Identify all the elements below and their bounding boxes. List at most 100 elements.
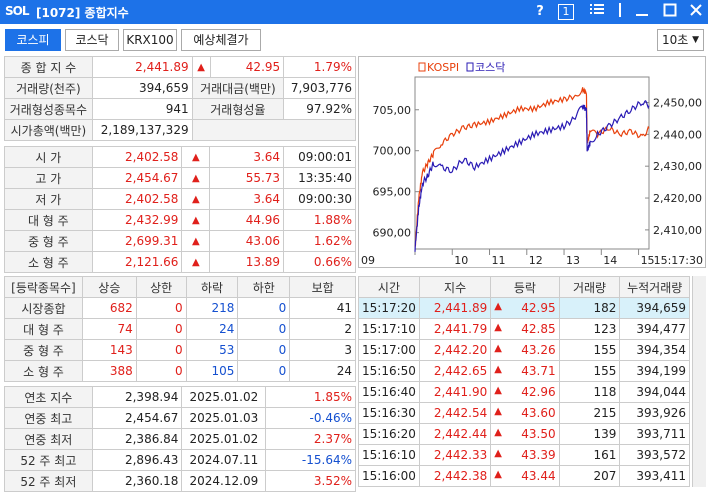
left-axis-tick: 700,00 xyxy=(373,145,412,158)
row-rate: 1.85% xyxy=(265,386,356,408)
interval-value: 10초 xyxy=(662,33,689,47)
table-row: 연중 최고 2,454.67 2025.01.03 -0.46% xyxy=(4,407,356,429)
tick-cum-volume: 394,199 xyxy=(619,360,690,382)
minimize-icon[interactable] xyxy=(634,3,650,21)
lower-limit-count: 0 xyxy=(237,318,291,340)
tick-volume: 123 xyxy=(558,318,621,340)
menu-icon[interactable] xyxy=(589,3,605,21)
row-date: 2025.01.03 xyxy=(181,407,267,429)
row-value: 2,398.94 xyxy=(91,386,183,408)
table-row: 연초 지수 2,398.94 2025.01.02 1.85% xyxy=(4,386,356,408)
index-change-rate: 1.79% xyxy=(283,56,356,78)
row-value: 2,402.58 xyxy=(91,188,183,210)
flat-count: 24 xyxy=(289,360,356,382)
tick-cum-volume: 394,477 xyxy=(619,318,690,340)
row-extra: 13:35:40 xyxy=(283,167,356,189)
column-header: 하락 xyxy=(185,276,239,298)
row-label: 연중 최고 xyxy=(4,407,93,429)
row-extra: 09:00:30 xyxy=(283,188,356,210)
lower-limit-count: 0 xyxy=(237,360,291,382)
left-axis-tick: 705,00 xyxy=(373,104,412,117)
flat-count: 41 xyxy=(289,297,356,319)
x-axis-tick: 12 xyxy=(529,254,543,267)
fall-count: 53 xyxy=(185,339,239,361)
help-icon[interactable]: ? xyxy=(533,3,547,21)
table-row: 대 형 주 2,432.99 ▲ 44.96 1.88% xyxy=(4,209,356,231)
tab-expected-price[interactable]: 예상체결가 xyxy=(181,29,261,51)
table-row: 시간 지수 등락 거래량 누적거래량 xyxy=(358,276,690,298)
row-label: 연초 지수 xyxy=(4,386,93,408)
row-label: 중 형 주 xyxy=(4,339,83,361)
row-change: 3.64 xyxy=(209,188,285,210)
row-label: 시장종합 xyxy=(4,297,83,319)
volume-value: 394,659 xyxy=(91,77,193,99)
upper-limit-count: 0 xyxy=(135,297,187,319)
close-icon[interactable] xyxy=(688,3,704,21)
table-row: 15:17:20 2,441.89 ▲ 42.95 182 394,659 xyxy=(358,297,690,319)
index-chart[interactable]: 705,00 700,00 695,00 690,00 2,450,00 2,440,00… xyxy=(358,56,706,268)
rise-count: 388 xyxy=(81,360,137,382)
row-value: 2,896.43 xyxy=(91,449,183,471)
upper-limit-count: 0 xyxy=(135,339,187,361)
right-axis-tick: 2,450,00 xyxy=(653,96,702,109)
table-row: 시가총액(백만) 2,189,137,329 xyxy=(4,119,357,141)
table-row: 거래형성종목수 941 거래형성율 97.92% xyxy=(4,98,356,120)
market-cap-value: 2,189,137,329 xyxy=(91,119,193,141)
lower-limit-count: 0 xyxy=(237,297,291,319)
table-row: 종 합 지 수 2,441.89 ▲ 42.95 1.79% xyxy=(4,56,356,78)
tick-time: 15:16:40 xyxy=(358,381,420,403)
tick-time: 15:17:10 xyxy=(358,318,420,340)
row-change: 43.06 xyxy=(209,230,285,252)
up-arrow-icon: ▲ xyxy=(181,209,211,231)
legend-swatch-kospi xyxy=(418,62,426,72)
row-date: 2025.01.02 xyxy=(181,386,267,408)
table-row: 소 형 주 2,121.66 ▲ 13.89 0.66% xyxy=(4,251,356,273)
title-bar: SOL [1072] 종합지수 ? 1 xyxy=(0,0,708,24)
column-header: 시간 xyxy=(358,276,420,298)
traded-count-label: 거래형성종목수 xyxy=(4,98,93,120)
index-change: 42.95 xyxy=(209,56,285,78)
row-date: 2025.01.02 xyxy=(181,428,267,450)
row-date: 2024.12.09 xyxy=(181,470,267,492)
row-value: 2,121.66 xyxy=(91,251,183,273)
tick-time: 15:16:20 xyxy=(358,423,420,445)
tick-change-value: 43.44 xyxy=(521,469,556,483)
tick-change-value: 42.85 xyxy=(521,322,556,336)
row-extra: 1.62% xyxy=(283,230,356,252)
tick-change-value: 43.71 xyxy=(521,364,556,378)
table-row: 시장종합 682 0 218 0 41 xyxy=(4,297,356,319)
tick-change: ▲ 42.95 xyxy=(490,297,560,319)
row-extra: 1.88% xyxy=(283,209,356,231)
row-value: 2,454.67 xyxy=(91,407,183,429)
tick-change: ▲ 42.85 xyxy=(490,318,560,340)
tick-change: ▲ 43.26 xyxy=(490,339,560,361)
tab-kospi[interactable]: 코스피 xyxy=(5,29,61,51)
index-value: 2,441.89 xyxy=(91,56,193,78)
table-row: 15:17:10 2,441.79 ▲ 42.85 123 394,477 xyxy=(358,318,690,340)
plot-area xyxy=(414,76,650,250)
row-change: 3.64 xyxy=(209,146,285,168)
row-value: 2,454.67 xyxy=(91,167,183,189)
x-axis-tick: 11 xyxy=(492,254,506,267)
tick-change: ▲ 43.50 xyxy=(490,423,560,445)
interval-select[interactable]: 10초 ▼ xyxy=(657,29,704,51)
row-rate: 2.37% xyxy=(265,428,356,450)
screen-number-badge[interactable]: 1 xyxy=(558,4,574,20)
column-header: 등락 xyxy=(490,276,560,298)
volume-label: 거래량(천주) xyxy=(4,77,93,99)
up-arrow-icon: ▲ xyxy=(494,343,502,354)
tab-krx100[interactable]: KRX100 xyxy=(123,29,177,51)
separator-icon xyxy=(614,3,626,21)
maximize-icon[interactable] xyxy=(662,3,678,21)
up-arrow-icon: ▲ xyxy=(181,251,211,273)
traded-rate-value: 97.92% xyxy=(283,98,356,120)
tick-change-value: 42.95 xyxy=(521,301,556,315)
rise-count: 74 xyxy=(81,318,137,340)
scrollbar[interactable] xyxy=(692,276,706,487)
legend-swatch-kosdaq xyxy=(466,62,474,72)
row-extra: 0.66% xyxy=(283,251,356,273)
tick-change: ▲ 43.60 xyxy=(490,402,560,424)
tab-kosdaq[interactable]: 코스닥 xyxy=(65,29,119,51)
tick-volume: 139 xyxy=(558,423,621,445)
tick-volume: 161 xyxy=(558,444,621,466)
